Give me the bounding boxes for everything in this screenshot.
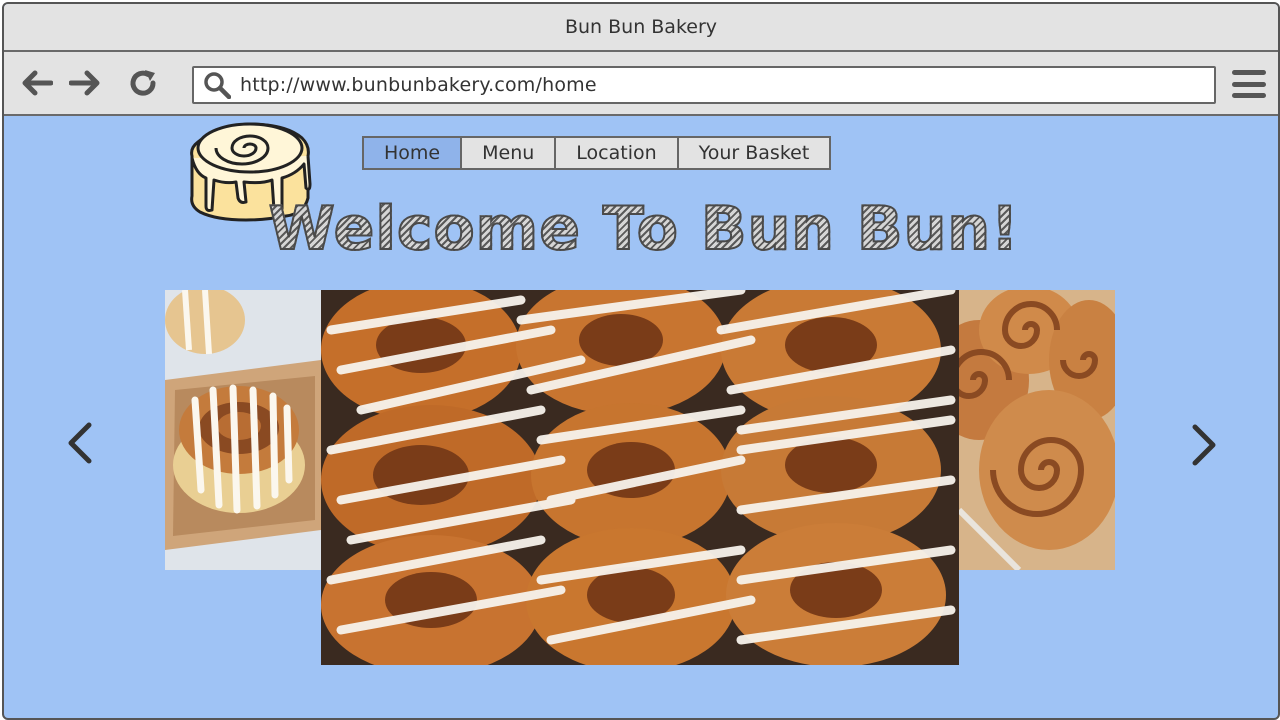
- refresh-button[interactable]: [126, 68, 160, 98]
- page-content: Home Menu Location Your Basket Welcome T…: [4, 116, 1278, 718]
- refresh-icon: [130, 70, 156, 96]
- search-icon: [200, 68, 234, 102]
- tab-home-label: Home: [384, 142, 441, 164]
- tab-home[interactable]: Home: [364, 138, 463, 168]
- back-icon: [22, 70, 53, 96]
- chevron-right-icon: [1192, 424, 1216, 466]
- forward-button[interactable]: [68, 68, 102, 98]
- tab-location[interactable]: Location: [556, 138, 679, 168]
- main-nav: Home Menu Location Your Basket: [362, 136, 832, 170]
- carousel-image-left[interactable]: [165, 290, 321, 570]
- browser-window: Bun Bun Bakery http://www.bunbunbakery.c…: [2, 2, 1280, 720]
- carousel-image-right[interactable]: [959, 290, 1115, 570]
- carousel-next-button[interactable]: [1184, 420, 1224, 470]
- tab-your-basket-label: Your Basket: [698, 142, 810, 164]
- carousel-prev-button[interactable]: [60, 418, 100, 468]
- window-title: Bun Bun Bakery: [564, 16, 718, 38]
- tab-menu[interactable]: Menu: [462, 138, 557, 168]
- page-title: Welcome To Bun Bun!: [4, 193, 1278, 265]
- forward-icon: [69, 70, 100, 96]
- tab-location-label: Location: [576, 142, 657, 164]
- window-titlebar: Bun Bun Bakery: [4, 4, 1278, 52]
- chevron-left-icon: [68, 422, 92, 464]
- address-bar[interactable]: http://www.bunbunbakery.com/home: [192, 66, 1216, 104]
- tab-menu-label: Menu: [482, 142, 535, 164]
- tab-your-basket[interactable]: Your Basket: [679, 138, 830, 168]
- carousel-image-center[interactable]: [321, 290, 959, 665]
- menu-icon[interactable]: [1232, 70, 1266, 98]
- back-button[interactable]: [20, 68, 54, 98]
- url-text: http://www.bunbunbakery.com/home: [240, 74, 597, 96]
- browser-toolbar: http://www.bunbunbakery.com/home: [4, 52, 1278, 116]
